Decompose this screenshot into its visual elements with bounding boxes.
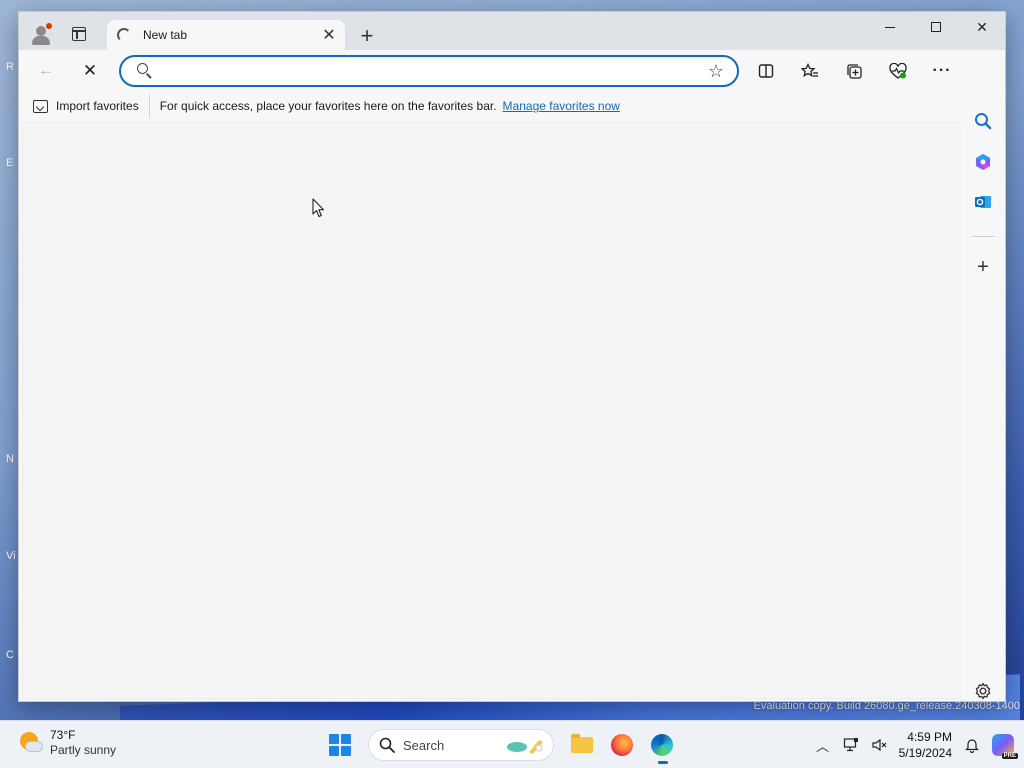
settings-and-more-button[interactable]: ··· bbox=[927, 56, 957, 86]
clock-date: 5/19/2024 bbox=[898, 746, 952, 760]
folder-icon bbox=[571, 734, 593, 753]
favorites-star-list-icon bbox=[801, 63, 818, 78]
more-icon: ··· bbox=[932, 62, 952, 79]
add-favorite-button[interactable]: ☆ bbox=[701, 56, 731, 86]
sidebar-outlook-button[interactable] bbox=[968, 187, 998, 217]
collections-button[interactable] bbox=[839, 56, 869, 86]
taskbar-search-label: Search bbox=[403, 737, 445, 753]
import-icon bbox=[33, 99, 48, 113]
plus-icon: + bbox=[977, 255, 989, 278]
outlook-icon bbox=[975, 196, 991, 208]
weather-widget[interactable]: 73°F Partly sunny bbox=[18, 728, 116, 758]
copilot-pre-icon: PRE bbox=[1001, 753, 1018, 759]
speaker-muted-icon bbox=[872, 738, 887, 752]
import-favorites-button[interactable]: Import favorites bbox=[33, 94, 150, 118]
address-bar[interactable]: ☆ bbox=[119, 55, 739, 87]
minimize-icon bbox=[885, 26, 895, 28]
profile-button[interactable] bbox=[27, 20, 55, 48]
edge-taskbar-button[interactable] bbox=[642, 725, 682, 765]
weather-temperature: 73°F bbox=[50, 728, 76, 742]
maximize-button[interactable] bbox=[913, 12, 959, 42]
mouse-cursor-icon bbox=[312, 198, 325, 218]
show-hidden-icons-button[interactable]: ︿ bbox=[809, 731, 837, 759]
back-arrow-icon: ← bbox=[38, 62, 54, 79]
sidebar-m365-button[interactable] bbox=[968, 147, 998, 177]
address-input[interactable] bbox=[163, 59, 701, 83]
browser-essentials-button[interactable] bbox=[883, 56, 913, 86]
notification-dot bbox=[46, 23, 52, 29]
taskbar-apps: Search bbox=[320, 725, 682, 765]
desktop-icon-edge[interactable]: R bbox=[0, 56, 18, 78]
edge-sidebar: + bbox=[961, 50, 1005, 701]
stop-loading-button[interactable]: ✕ bbox=[75, 56, 105, 86]
favorites-bar: Import favorites For quick access, place… bbox=[19, 92, 963, 120]
bell-icon bbox=[965, 739, 979, 753]
clock-time: 4:59 PM bbox=[907, 730, 952, 744]
loading-spinner-icon bbox=[117, 28, 131, 42]
firefox-icon bbox=[611, 734, 633, 756]
star-icon: ☆ bbox=[707, 60, 725, 81]
search-icon bbox=[137, 63, 153, 79]
close-icon: ✕ bbox=[976, 18, 988, 35]
desktop-icon-edge[interactable]: C bbox=[0, 644, 18, 666]
profile-icon bbox=[36, 26, 46, 36]
stop-icon: ✕ bbox=[82, 61, 98, 80]
taskbar: 73°F Partly sunny Search ︿ 4:59 PM 5/19/… bbox=[0, 720, 1024, 768]
search-icon bbox=[975, 113, 992, 130]
close-window-button[interactable]: ✕ bbox=[959, 12, 1005, 42]
copilot-tray-button[interactable]: PRE bbox=[992, 734, 1018, 759]
desktop-icon-edge[interactable]: E bbox=[0, 152, 18, 174]
firefox-button[interactable] bbox=[602, 725, 642, 765]
import-favorites-label: Import favorites bbox=[56, 99, 139, 113]
sidebar-divider bbox=[971, 236, 995, 237]
workspaces-button[interactable] bbox=[65, 20, 93, 48]
monitor-network-icon bbox=[843, 738, 858, 752]
system-tray: ︿ 4:59 PM 5/19/2024 PRE bbox=[809, 721, 1024, 768]
partly-sunny-icon bbox=[18, 730, 44, 756]
network-button[interactable] bbox=[837, 731, 865, 759]
gear-icon bbox=[975, 682, 991, 700]
collections-icon bbox=[846, 63, 862, 79]
workspaces-icon bbox=[72, 27, 86, 41]
clock[interactable]: 4:59 PM 5/19/2024 bbox=[899, 729, 952, 761]
windows-logo-icon bbox=[329, 734, 351, 756]
volume-button[interactable] bbox=[865, 731, 893, 759]
taskbar-search[interactable]: Search bbox=[368, 729, 554, 761]
search-highlight-icon bbox=[507, 740, 543, 754]
split-screen-icon bbox=[758, 64, 774, 78]
start-button[interactable] bbox=[320, 725, 360, 765]
favorites-button[interactable] bbox=[795, 56, 825, 86]
browser-window: New tab ✕ + ✕ ← ✕ ☆ ··· Import favorites… bbox=[18, 11, 1006, 702]
microsoft-365-icon bbox=[976, 154, 990, 170]
minimize-button[interactable] bbox=[867, 12, 913, 42]
heart-pulse-icon bbox=[889, 62, 907, 79]
notifications-button[interactable] bbox=[958, 731, 986, 759]
tab-new-tab[interactable]: New tab ✕ bbox=[107, 20, 345, 50]
page-content bbox=[22, 122, 962, 699]
tab-strip: New tab ✕ + ✕ bbox=[19, 12, 1005, 50]
sidebar-search-button[interactable] bbox=[968, 106, 998, 136]
sidebar-settings-button[interactable] bbox=[968, 676, 998, 706]
close-tab-button[interactable]: ✕ bbox=[317, 23, 341, 47]
weather-condition: Partly sunny bbox=[50, 743, 117, 757]
maximize-icon bbox=[931, 22, 941, 32]
desktop-icon-edge[interactable]: Vi bbox=[0, 545, 18, 567]
back-button[interactable]: ← bbox=[31, 56, 61, 86]
chevron-up-icon: ︿ bbox=[816, 738, 830, 754]
favorites-bar-message: For quick access, place your favorites h… bbox=[159, 99, 497, 113]
desktop-icon-edge[interactable]: N bbox=[0, 448, 18, 470]
new-tab-button[interactable]: + bbox=[353, 22, 381, 50]
tab-title: New tab bbox=[143, 28, 188, 42]
sidebar-add-button[interactable]: + bbox=[968, 252, 998, 282]
search-icon bbox=[379, 737, 395, 753]
navigation-toolbar: ← ✕ ☆ ··· bbox=[19, 50, 1005, 92]
window-controls: ✕ bbox=[867, 12, 1005, 42]
split-screen-button[interactable] bbox=[751, 56, 781, 86]
edge-icon bbox=[651, 734, 673, 756]
file-explorer-button[interactable] bbox=[562, 725, 602, 765]
manage-favorites-link[interactable]: Manage favorites now bbox=[503, 99, 620, 113]
